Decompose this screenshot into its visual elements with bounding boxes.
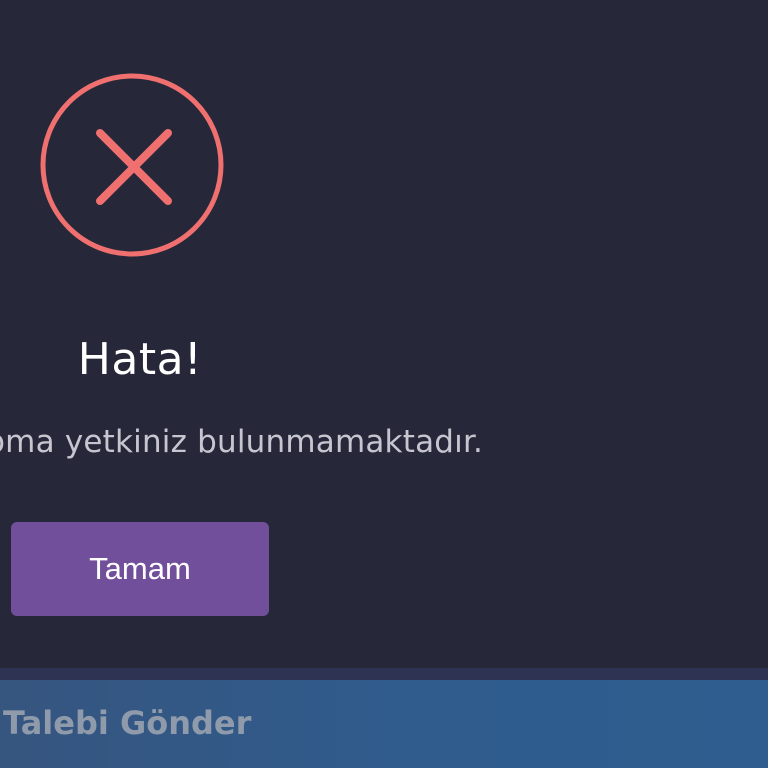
dialog-divider xyxy=(0,668,768,680)
error-dialog: Hata! oma yetkiniz bulunmamaktadır. Tama… xyxy=(0,0,768,668)
dialog-message: oma yetkiniz bulunmamaktadır. xyxy=(0,424,484,460)
submit-request-button[interactable]: Talebi Gönder xyxy=(3,700,251,746)
ok-button[interactable]: Tamam xyxy=(11,522,269,616)
dialog-title: Hata! xyxy=(77,334,203,385)
error-x-icon xyxy=(40,73,224,257)
screen: Hata! oma yetkiniz bulunmamaktadır. Tama… xyxy=(0,0,768,768)
